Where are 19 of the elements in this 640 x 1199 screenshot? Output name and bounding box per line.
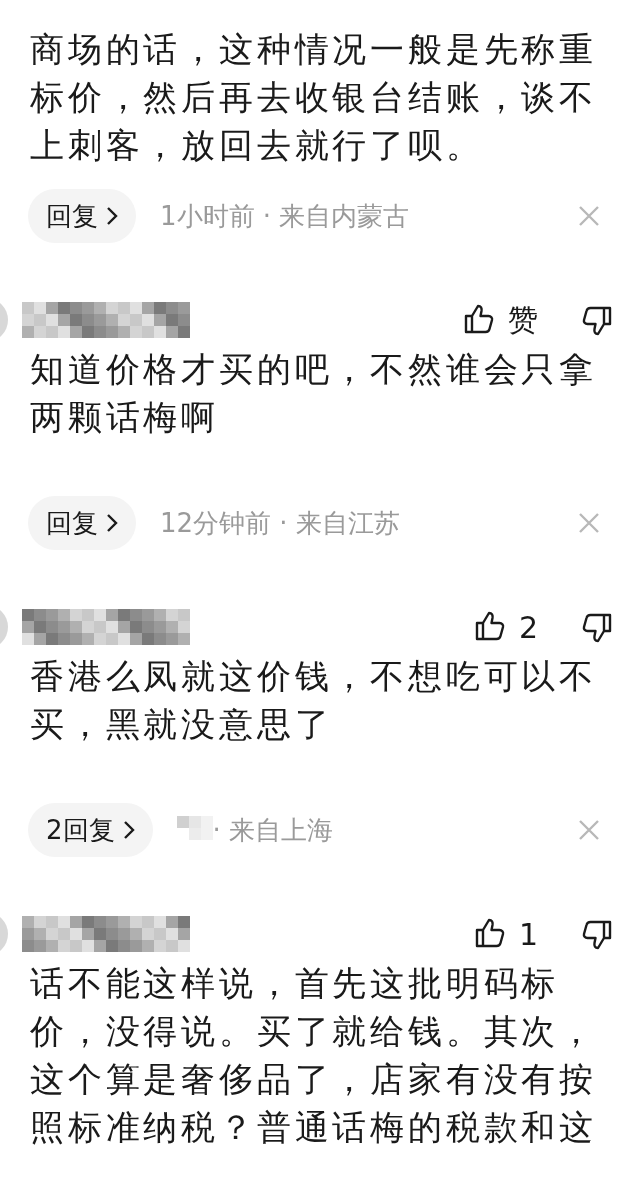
chevron-right-icon xyxy=(106,513,118,533)
reply-button[interactable]: 回复 xyxy=(28,496,136,550)
close-icon[interactable] xyxy=(578,205,600,227)
close-icon[interactable] xyxy=(578,819,600,841)
like-button[interactable]: 赞 xyxy=(462,299,538,341)
comment-meta: 1小时前 · 来自内蒙古 xyxy=(160,199,410,233)
comment-text: 商场的话，这种情况一般是先称重标价，然后再去收银台结账，谈不上刺客，放回去就行了呗。 xyxy=(29,28,598,167)
comment-meta: 12分钟前 · 来自江苏 xyxy=(160,506,400,540)
comment-text: 香港么凤就这价钱，不想吃可以不买，黑就没意思了 xyxy=(29,655,598,746)
chevron-right-icon xyxy=(122,820,135,840)
chevron-right-icon xyxy=(106,206,118,226)
comment-text: 话不能这样说，首先这批明码标价，没得说。买了就给钱。其次，这个算是奢侈品了，店家有没有按照标准纳税？普通话梅的税款和这 xyxy=(29,962,598,1149)
reply-button[interactable]: 回复 xyxy=(28,189,136,243)
comment-text: 知道价格才买的吧，不然谁会只拿两颗话梅啊 xyxy=(29,348,598,439)
like-button[interactable]: 2 xyxy=(472,609,538,645)
comment-meta: · 来自上海 xyxy=(212,813,334,847)
reply-button[interactable]: 2回复 xyxy=(28,803,153,857)
close-icon[interactable] xyxy=(578,512,600,534)
like-button[interactable]: 1 xyxy=(472,916,538,952)
